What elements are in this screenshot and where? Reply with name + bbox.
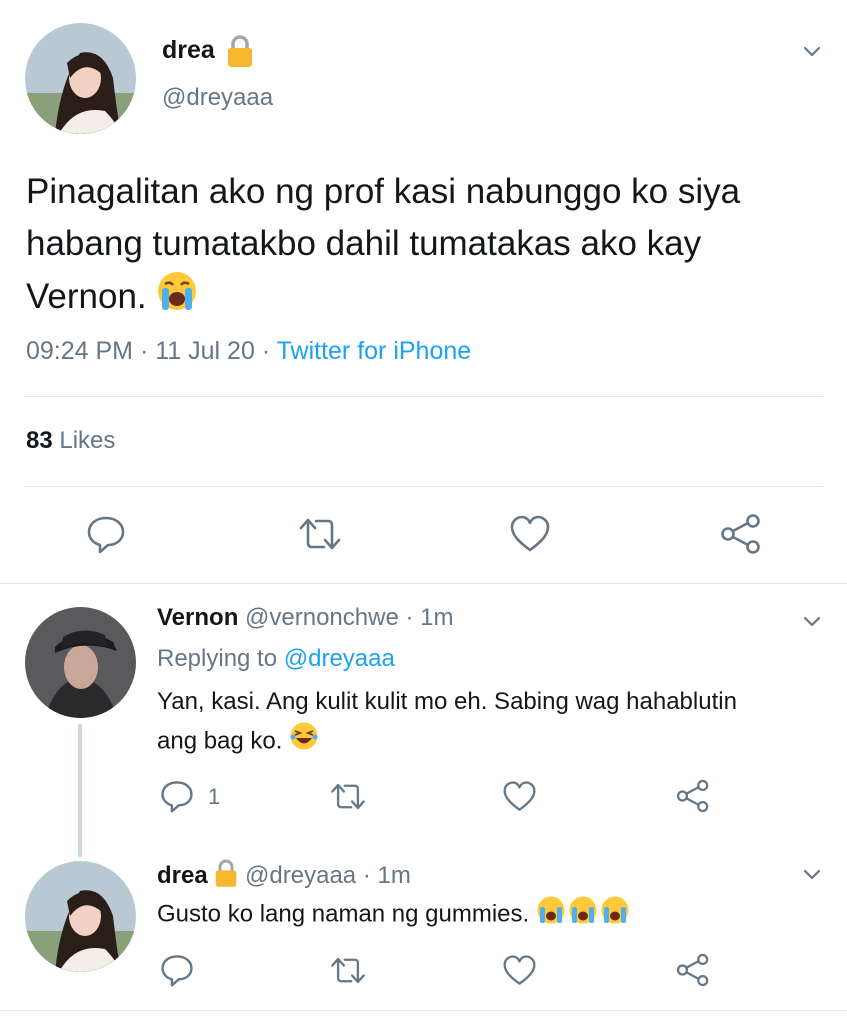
meta-separator: · bbox=[405, 604, 414, 631]
lock-icon bbox=[214, 858, 238, 895]
likes-count: 83 bbox=[26, 427, 53, 454]
reply-header: drea @dreyaaa · 1m bbox=[157, 858, 411, 895]
author-name[interactable]: Vernon bbox=[157, 604, 238, 631]
replying-to: Replying to @dreyaaa bbox=[157, 645, 395, 673]
meta-separator: · bbox=[362, 861, 371, 889]
share-icon[interactable] bbox=[719, 513, 763, 555]
share-icon[interactable] bbox=[675, 953, 711, 987]
likes-label: Likes bbox=[59, 427, 116, 454]
reply-header: Vernon @vernonchwe · 1m bbox=[157, 604, 454, 632]
reply-age: 1m bbox=[420, 604, 454, 631]
crying-emoji bbox=[536, 895, 630, 935]
divider bbox=[0, 1010, 847, 1011]
reply-age: 1m bbox=[377, 861, 411, 889]
divider bbox=[24, 486, 823, 487]
reply-icon[interactable] bbox=[160, 953, 194, 987]
like-icon[interactable] bbox=[502, 954, 537, 987]
meta-separator: · bbox=[261, 337, 271, 365]
chevron-down-icon[interactable] bbox=[803, 869, 821, 881]
meta-separator: · bbox=[139, 337, 149, 365]
divider bbox=[0, 583, 847, 584]
likes-stat[interactable]: 83 Likes bbox=[26, 427, 115, 455]
retweet-icon[interactable] bbox=[329, 780, 367, 813]
laughing-emoji bbox=[289, 721, 319, 763]
tweet-date: 11 Jul 20 bbox=[155, 337, 255, 365]
reply-text-body: Gusto ko lang naman ng gummies. bbox=[157, 900, 530, 928]
author-handle[interactable]: @dreyaaa bbox=[162, 84, 273, 112]
retweet-icon[interactable] bbox=[297, 514, 343, 554]
retweet-icon[interactable] bbox=[329, 954, 367, 987]
tweet-text: Pinagalitan ako ng prof kasi nabunggo ko… bbox=[26, 166, 806, 327]
author-handle[interactable]: @dreyaaa bbox=[245, 862, 356, 889]
divider bbox=[24, 396, 823, 397]
replying-label: Replying to bbox=[157, 645, 278, 672]
chevron-down-icon[interactable] bbox=[803, 616, 821, 628]
tweet-source-link[interactable]: Twitter for iPhone bbox=[277, 337, 472, 365]
reply-icon[interactable] bbox=[86, 514, 126, 554]
tweet-meta: 09:24 PM · 11 Jul 20 · Twitter for iPhon… bbox=[26, 337, 471, 366]
replying-handle-link[interactable]: @dreyaaa bbox=[284, 645, 395, 672]
avatar[interactable] bbox=[25, 23, 136, 134]
reply-text-line: Yan, kasi. Ang kulit kulit mo eh. Sabing… bbox=[157, 688, 737, 715]
tweet-time: 09:24 PM bbox=[26, 337, 134, 365]
reply-text-body: ang bag ko. bbox=[157, 727, 283, 755]
tweet-text-body: Pinagalitan ako ng prof kasi nabunggo ko… bbox=[26, 172, 741, 316]
author-name[interactable]: drea bbox=[162, 36, 215, 65]
author-name[interactable]: drea bbox=[157, 862, 208, 889]
avatar[interactable] bbox=[25, 607, 136, 718]
lock-icon bbox=[226, 34, 254, 73]
thread-line bbox=[78, 724, 82, 857]
reply-text: Yan, kasi. Ang kulit kulit mo eh. Sabing… bbox=[157, 683, 837, 763]
reply-count: 1 bbox=[208, 784, 221, 809]
author-handle[interactable]: @vernonchwe bbox=[245, 604, 399, 631]
share-icon[interactable] bbox=[675, 779, 711, 813]
avatar[interactable] bbox=[25, 861, 136, 972]
reply-text: Gusto ko lang naman ng gummies. bbox=[157, 895, 630, 935]
reply-text-line-2: ang bag ko. bbox=[157, 721, 837, 763]
chevron-down-icon[interactable] bbox=[803, 46, 821, 58]
reply-icon[interactable] bbox=[160, 779, 194, 813]
crying-emoji bbox=[156, 270, 198, 327]
like-icon[interactable] bbox=[509, 514, 551, 554]
like-icon[interactable] bbox=[502, 780, 537, 813]
